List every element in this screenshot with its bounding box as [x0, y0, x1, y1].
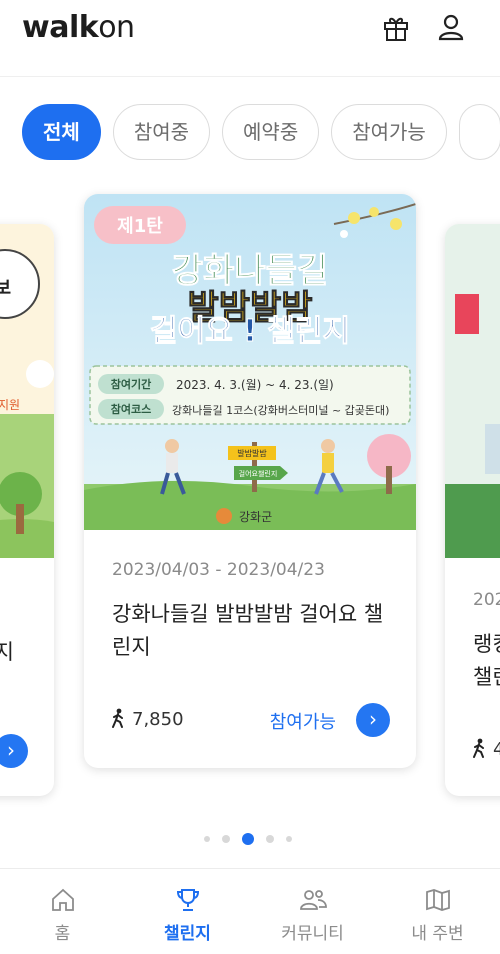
chip-participating[interactable]: 참여중 — [112, 104, 211, 160]
challenge-card-prev[interactable]: 역보 지원 지 › — [0, 224, 54, 796]
walker-icon — [112, 708, 123, 728]
filter-chips: 전체 참여중 예약중 참여가능 — [22, 104, 500, 160]
chip-available[interactable]: 참여가능 — [331, 104, 447, 160]
nav-nearby-label: 내 주변 — [411, 924, 464, 944]
page-dot[interactable] — [204, 835, 210, 842]
page-dot[interactable] — [286, 835, 292, 842]
nav-nearby[interactable]: 내 주변 — [375, 869, 500, 954]
home-icon — [51, 888, 74, 911]
challenge-date: 2023/04/03 - 2023/04/23 — [112, 560, 325, 580]
gift-icon[interactable] — [380, 12, 412, 44]
challenge-title: 강화나들길 발밤발밤 걸어요 챌린지 — [112, 602, 384, 659]
map-icon — [425, 889, 450, 911]
go-button-prev[interactable]: › — [0, 734, 28, 768]
chip-more[interactable] — [458, 104, 500, 160]
nav-home-label: 홈 — [54, 924, 71, 944]
challenge-card[interactable]: 제1탄 강화나들길 발밤발밤 걸어요 ! 챌린지 참여기간 2023. 4. 3… — [84, 194, 416, 768]
nav-community[interactable]: 커뮤니티 — [250, 869, 375, 954]
walker-count-next: 4 — [471, 738, 500, 760]
svg-text:강화나들길 1코스(강화버스터미널 ~ 갑곶돈대): 강화나들길 1코스(강화버스터미널 ~ 갑곶돈대) — [172, 404, 389, 417]
challenge-title-next: 랭킹챌린 — [473, 632, 500, 689]
svg-text:발밤발밤: 발밤발밤 — [237, 448, 267, 458]
user-icon[interactable] — [435, 12, 467, 44]
chip-reserved[interactable]: 예약중 — [222, 104, 320, 160]
challenge-poster-next — [445, 224, 500, 558]
page-dot[interactable] — [222, 834, 230, 843]
challenge-poster: 제1탄 강화나들길 발밤발밤 걸어요 ! 챌린지 참여기간 2023. 4. 3… — [84, 194, 416, 530]
challenge-title-prev: 지 — [0, 640, 14, 664]
challenge-carousel[interactable]: 역보 지원 지 › 제1탄 — [0, 194, 500, 796]
svg-text:참여기간: 참여기간 — [111, 377, 151, 391]
svg-text:참여코스: 참여코스 — [111, 402, 151, 416]
trophy-icon — [176, 889, 199, 911]
bottom-navigation: 홈 챌린지 커뮤니티 내 주변 — [0, 868, 500, 954]
walker-count: 7,850 — [110, 708, 184, 730]
nav-home[interactable]: 홈 — [0, 869, 125, 954]
svg-text:지원: 지원 — [0, 398, 20, 412]
challenge-poster-prev: 역보 지원 — [0, 224, 54, 558]
svg-text:걸어요 ! 챌린지: 걸어요 ! 챌린지 — [150, 314, 350, 349]
challenge-date-next: 202 — [473, 590, 500, 610]
walkon-logo[interactable]: walkon — [22, 10, 135, 45]
svg-text:강화나들길: 강화나들길 — [172, 251, 328, 291]
svg-text:2023. 4. 3.(월) ~ 4. 23.(일): 2023. 4. 3.(월) ~ 4. 23.(일) — [176, 378, 334, 392]
nav-challenge-label: 챌린지 — [164, 924, 211, 944]
community-icon — [299, 890, 327, 910]
walker-icon — [473, 738, 484, 758]
svg-text:제1탄: 제1탄 — [117, 216, 163, 237]
nav-challenge[interactable]: 챌린지 — [125, 869, 250, 954]
carousel-pagination — [204, 828, 304, 845]
svg-text:강화군: 강화군 — [239, 510, 272, 524]
challenge-go-button[interactable]: › — [356, 703, 390, 737]
top-header: walkon — [0, 0, 500, 77]
challenge-status: 참여가능 — [269, 712, 336, 733]
nav-community-label: 커뮤니티 — [281, 924, 344, 944]
svg-text:걸어요챌린지: 걸어요챌린지 — [239, 469, 278, 478]
page-dot-active[interactable] — [242, 832, 254, 845]
app-screen: walkon 전체참여중예약중참여가능 역보 지원 — [0, 0, 500, 954]
challenge-card-next[interactable]: 202 랭킹챌린 4 — [445, 224, 500, 796]
page-dot[interactable] — [266, 834, 274, 843]
svg-text:역보: 역보 — [0, 278, 11, 299]
chip-all[interactable]: 전체 — [22, 104, 101, 160]
